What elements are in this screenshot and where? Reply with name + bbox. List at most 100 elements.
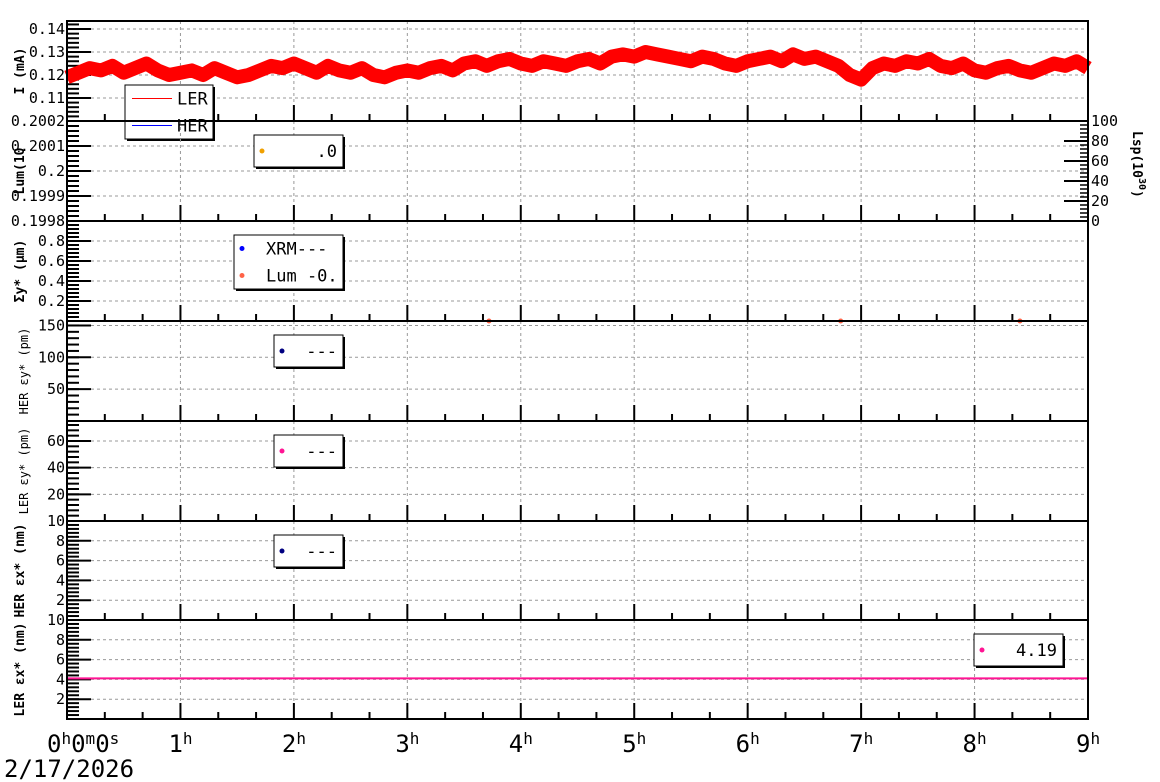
y-tick-label: 0.14 [29, 20, 65, 38]
panel-frame [66, 520, 1089, 621]
panel-3: 50 100 150 HER εy* (pm) --- [17, 316, 1089, 422]
y2-axis-title-main: Lsp(10 [1129, 131, 1144, 178]
date-label: 2/17/2026 [4, 755, 134, 782]
x-tick-label: 5h [622, 729, 646, 758]
panel-5: 2 46 8 10 HER εx* (nm) --- [13, 512, 1089, 621]
y2-tick-label: 60 [1091, 152, 1109, 170]
legend-dot-marker [279, 448, 285, 454]
legend-label: 4.19 [1016, 641, 1057, 661]
legend-label: HER [177, 117, 208, 137]
x-tick-label-unit: h [864, 729, 874, 748]
y-tick-label: 0.13 [29, 43, 65, 61]
panel-4: 20 40 60 LER εy* (pm) --- [17, 420, 1089, 522]
y-axis-title: I (mA) [13, 48, 28, 95]
x-tick-label-origin: 0h0m0s [47, 729, 119, 758]
x-tick-label-value: 8 [963, 730, 977, 758]
legend-label: LER [177, 90, 208, 110]
legend: XRM--- Lum -0. [233, 234, 345, 291]
y-tick-label: 0.6 [38, 252, 65, 270]
x-tick-label-unit: h [750, 729, 760, 748]
y2-axis-title: Lsp(1030) [1129, 131, 1147, 198]
y-tick-label: 150 [38, 316, 65, 334]
y-tick-label: 20 [47, 485, 65, 503]
y-tick-label: 0.2002 [11, 112, 65, 130]
x-tick-label-value: 1 [168, 730, 182, 758]
y2-tick-label: 100 [1091, 112, 1118, 130]
x-tick-label: 6h [736, 729, 760, 758]
legend: --- [273, 534, 345, 569]
x-tick-label-unit: h [1090, 729, 1100, 748]
x-tick-label-value: 9 [1076, 730, 1090, 758]
y-axis-title: HER εx* (nm) [13, 524, 28, 618]
x-tick-label-part: m [86, 729, 96, 748]
y-tick-label: 4 [56, 571, 65, 589]
y-axis-title: LER εx* (nm) [13, 623, 28, 717]
x-tick-label: 9h [1076, 729, 1100, 758]
y-axis-title: Lum(10 [13, 147, 28, 194]
y-tick-label: 10 [47, 611, 65, 629]
x-tick-label: 2h [282, 729, 306, 758]
y2-tick-label: 0 [1091, 212, 1100, 230]
y-tick-label: 0.8 [38, 232, 65, 250]
x-tick-label-unit: h [977, 729, 987, 748]
panel-frame [66, 619, 1089, 720]
x-tick-label-part: 0 [47, 730, 61, 758]
legend-label: --- [306, 542, 337, 562]
x-tick-label-unit: h [183, 729, 193, 748]
y2-tick-label: 40 [1091, 172, 1109, 190]
x-tick-label-unit: h [410, 729, 420, 748]
legend-dot-marker [979, 647, 985, 653]
y-axis-title: LER εy* (pm) [17, 428, 31, 515]
legend: .0 [253, 134, 345, 169]
x-tick-label-unit: h [296, 729, 306, 748]
legend-label: XRM--- [266, 240, 327, 260]
legend-label: Lum -0. [266, 267, 338, 287]
legend-dot-marker [239, 246, 245, 251]
x-tick-label-unit: h [523, 729, 533, 748]
y-tick-label: 0.2 [38, 292, 65, 310]
panel-0: 0.11 0.12 0.13 0.14I (mA) LER HER [13, 20, 1092, 141]
x-tick-label-part: s [110, 729, 120, 748]
y-tick-label: 4 [56, 670, 65, 688]
y-axis-title: HER εy* (pm) [17, 328, 31, 415]
x-tick-label: 7h [849, 729, 873, 758]
x-tick-label-value: 4 [509, 730, 523, 758]
y-tick-label: 100 [38, 348, 65, 366]
y2-axis-title-end: ) [1129, 190, 1144, 198]
legend-label: --- [306, 442, 337, 462]
x-tick-label-value: 5 [622, 730, 636, 758]
legend: --- [273, 334, 345, 369]
x-tick-label: 3h [395, 729, 419, 758]
x-tick-label: 1h [168, 729, 192, 758]
y-tick-label: 60 [47, 432, 65, 450]
legend: --- [273, 434, 345, 469]
legend-dot-marker [259, 148, 265, 154]
legend: LER HER [124, 84, 215, 141]
y-tick-label: 0.4 [38, 272, 65, 290]
y2-tick-label: 20 [1091, 192, 1109, 210]
y-tick-label: 6 [56, 552, 65, 570]
y-tick-label: 8 [56, 532, 65, 550]
panel-frame [66, 420, 1089, 522]
x-tick-label-value: 6 [736, 730, 750, 758]
y-tick-label: 6 [56, 651, 65, 669]
legend-dot-marker [279, 348, 285, 354]
y2-tick-label: 80 [1091, 132, 1109, 150]
y-tick-label: 0.11 [29, 89, 65, 107]
legend-label: --- [306, 342, 337, 362]
panel-2: 0.2 0.4 0.6 0.8 Σy* (μm) XRM--- Lum -0. [13, 220, 1089, 324]
multi-panel-chart: 0.110.120.130.14I (mA)LERHER0.20020.2001… [4, 20, 1147, 782]
y-tick-label: 2 [56, 591, 65, 609]
x-tick-label-value: 3 [395, 730, 409, 758]
y-tick-label: 0.12 [29, 66, 65, 84]
x-tick-label-value: 7 [849, 730, 863, 758]
x-tick-label-part: 0 [95, 730, 109, 758]
x-tick-label-part: 0 [71, 730, 85, 758]
legend-dot-marker [239, 273, 245, 278]
panel-6: 2 46 8 10 LER εx* (nm) 4.19 [13, 611, 1089, 720]
y-tick-label: 50 [47, 380, 65, 398]
y-axis-title: Σy* (μm) [13, 240, 28, 303]
y-tick-label: 40 [47, 459, 65, 477]
panel-frame [66, 320, 1089, 422]
y-tick-label: 2 [56, 690, 65, 708]
